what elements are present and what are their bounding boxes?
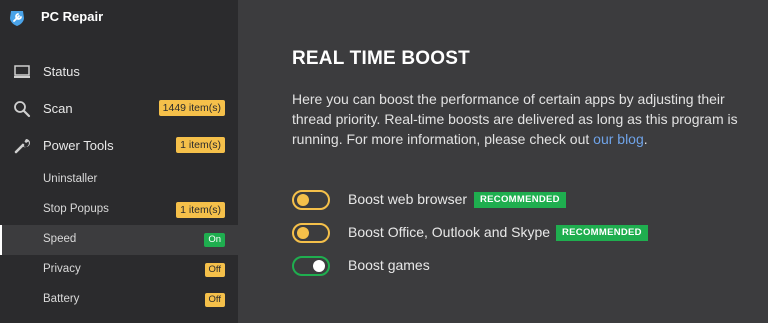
option-label: Boost web browser (348, 191, 468, 207)
sidebar-item-speed[interactable]: Speed On (0, 225, 238, 255)
power-tools-count-badge: 1 item(s) (176, 137, 225, 153)
option-label: Boost games (348, 257, 430, 273)
sidebar-item-battery[interactable]: Battery Off (0, 285, 238, 315)
sidebar-item-privacy[interactable]: Privacy Off (0, 255, 238, 285)
sidebar-item-label: Privacy (43, 263, 81, 275)
description-end: . (643, 131, 648, 147)
option-label: Boost Office, Outlook and Skype (348, 224, 551, 240)
recommended-badge: RECOMMENDED (556, 225, 648, 241)
page-description: Here you can boost the performance of ce… (292, 89, 762, 149)
sidebar-item-stop-popups[interactable]: Stop Popups 1 item(s) (0, 195, 238, 225)
sidebar-item-uninstaller[interactable]: Uninstaller (0, 165, 238, 195)
wrench-icon (14, 139, 30, 154)
sidebar-item-label: Status (43, 64, 80, 79)
boost-games-toggle[interactable] (292, 256, 330, 276)
toggle-knob (297, 227, 309, 239)
recommended-badge: RECOMMENDED (474, 192, 566, 208)
app-header: PC Repair (0, 0, 238, 36)
sidebar-item-label: Stop Popups (43, 203, 109, 215)
blog-link[interactable]: our blog (593, 131, 644, 147)
sidebar-item-status[interactable]: Status (0, 54, 238, 90)
app-title: PC Repair (41, 9, 104, 24)
privacy-status-badge: Off (204, 263, 225, 277)
option-boost-web-browser: Boost web browser RECOMMENDED (292, 189, 752, 211)
option-boost-office: Boost Office, Outlook and Skype RECOMMEN… (292, 222, 752, 244)
page-title: REAL TIME BOOST (292, 48, 470, 69)
sidebar-item-label: Uninstaller (43, 173, 98, 185)
toggle-knob (313, 260, 325, 272)
boost-web-browser-toggle[interactable] (292, 190, 330, 210)
scan-count-badge: 1449 item(s) (158, 100, 225, 116)
sidebar-item-label: Scan (43, 101, 73, 116)
option-boost-games: Boost games (292, 255, 752, 277)
speed-status-badge: On (204, 233, 225, 247)
sidebar-item-label: Speed (43, 233, 77, 245)
stop-popups-count-badge: 1 item(s) (176, 202, 225, 218)
sidebar-item-scan[interactable]: Scan 1449 item(s) (0, 91, 238, 127)
magnifier-icon (14, 101, 31, 118)
sidebar-item-label: Power Tools (43, 138, 114, 153)
description-text: Here you can boost the performance of ce… (292, 91, 738, 147)
main-panel: REAL TIME BOOST Here you can boost the p… (238, 0, 768, 323)
sidebar: PC Repair Status Scan 1449 item(s) Power… (0, 0, 238, 323)
battery-status-badge: Off (204, 293, 225, 307)
toggle-knob (297, 194, 309, 206)
sidebar-item-label: Battery (43, 293, 80, 305)
monitor-icon (14, 65, 30, 78)
boost-office-toggle[interactable] (292, 223, 330, 243)
wrench-shield-logo-icon (10, 11, 24, 26)
sidebar-item-power-tools[interactable]: Power Tools 1 item(s) (0, 128, 238, 164)
